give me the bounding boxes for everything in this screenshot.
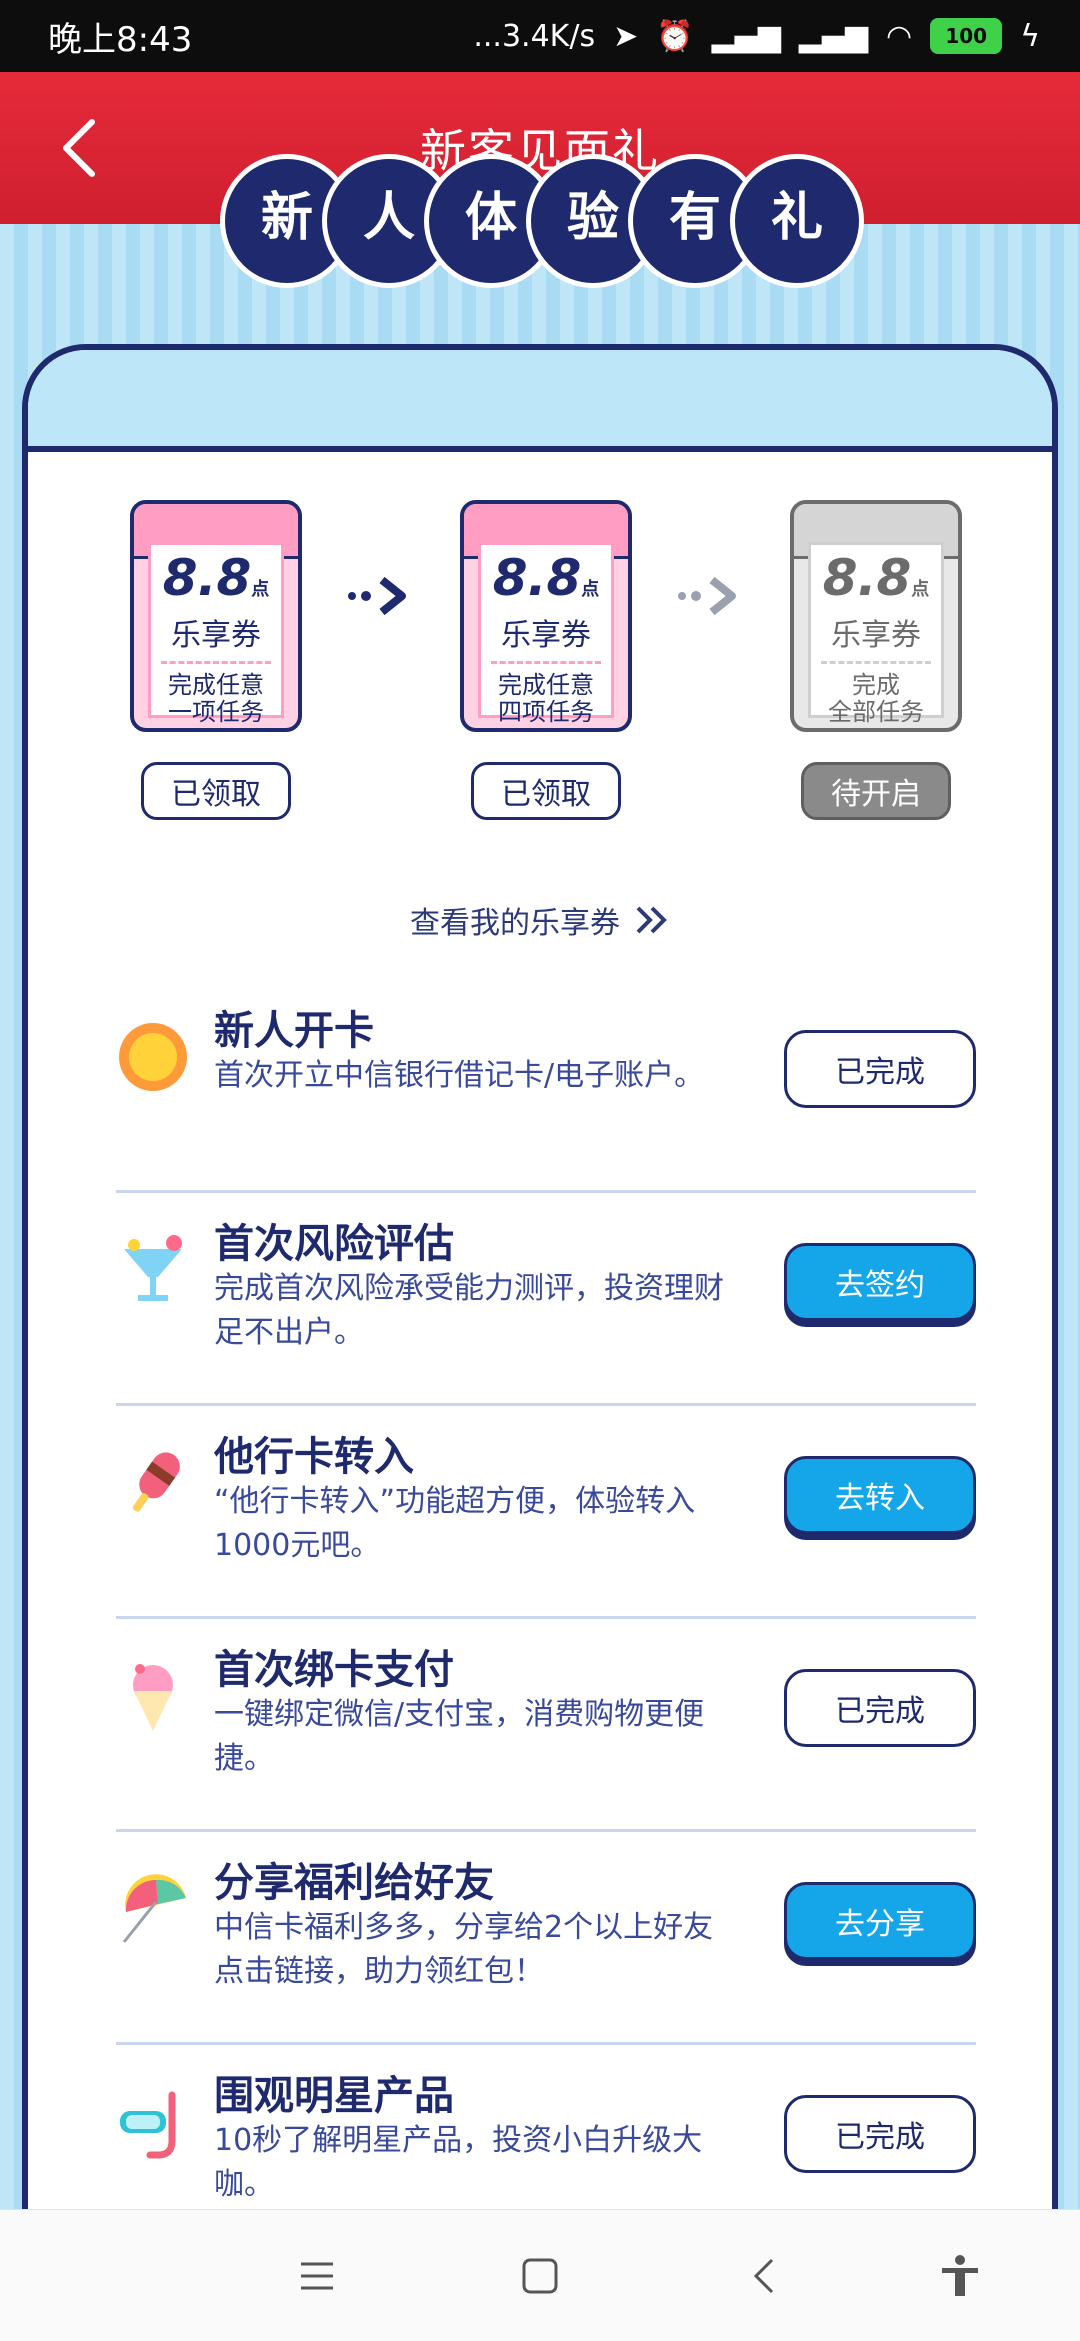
task-title: 分享福利给好友 <box>214 1860 494 1906</box>
task-desc: 中信卡福利多多，分享给2个以上好友点击链接，助力领红包！ <box>214 1910 714 1989</box>
task-row: 首次绑卡支付 一键绑定微信/支付宝，消费购物更便捷。 已完成 <box>116 1619 976 1832</box>
coupon-1: 8.8点 乐享券 完成任意 一项任务 <box>130 500 302 732</box>
chevron-left-icon <box>63 119 95 177</box>
coupon-unit: 点 <box>251 579 270 600</box>
coupon-amount: 8.8点 <box>481 549 611 619</box>
coupon-2-status[interactable]: 已领取 <box>471 762 621 820</box>
sign-button[interactable]: 去签约 <box>784 1243 976 1321</box>
coupon-unit: 点 <box>581 579 600 600</box>
snorkel-icon <box>120 2091 176 2159</box>
task-done-button[interactable]: 已完成 <box>784 1669 976 1747</box>
coupon-body: 8.8点 乐享券 完成任意 四项任务 <box>478 542 614 726</box>
task-done-button[interactable]: 已完成 <box>784 2095 976 2173</box>
coupon-name: 乐享券 <box>171 618 261 653</box>
task-desc: 一键绑定微信/支付宝，消费购物更便捷。 <box>214 1697 705 1776</box>
coupon-body: 8.8点 乐享券 完成任意 一项任务 <box>148 542 284 726</box>
share-button[interactable]: 去分享 <box>784 1882 976 1960</box>
sun-icon <box>119 1023 187 1091</box>
wifi-icon: ◠ <box>886 18 913 54</box>
task-list: 新人开卡 首次开立中信银行借记卡/电子账户。 已完成 首次风险评估 完成首次风险… <box>116 980 976 2238</box>
system-nav-bar <box>0 2209 1080 2341</box>
task-done-button[interactable]: 已完成 <box>784 1030 976 1108</box>
view-coupons-label: 查看我的乐享券 <box>410 906 620 941</box>
cocktail-icon <box>124 1235 182 1301</box>
task-card: 8.8点 乐享券 完成任意 一项任务 已领取 8.8点 乐享券 完成任意 四项任… <box>22 344 1058 2244</box>
status-time: 晚上8:43 <box>48 19 193 60</box>
arrow-right-icon <box>678 576 736 616</box>
coupon-3: 8.8点 乐享券 完成 全部任务 <box>790 500 962 732</box>
banner-title: 新 人 体 验 有 礼 <box>220 154 864 294</box>
network-speed: ...3.4K/s <box>473 18 596 54</box>
coupon-amount: 8.8点 <box>811 549 941 619</box>
coupon-amount-value: 8.8 <box>162 549 252 607</box>
task-row: 新人开卡 首次开立中信银行借记卡/电子账户。 已完成 <box>116 980 976 1193</box>
coupon-name: 乐享券 <box>501 618 591 653</box>
charging-icon: ϟ <box>1020 18 1040 54</box>
task-row: 首次风险评估 完成首次风险承受能力测评，投资理财足不出户。 去签约 <box>116 1193 976 1406</box>
coupon-divider <box>491 661 601 664</box>
coupon-divider <box>161 661 271 664</box>
coupon-condition: 完成 <box>852 671 900 699</box>
coupon-amount-value: 8.8 <box>492 549 582 607</box>
coupon-amount-value: 8.8 <box>822 549 912 607</box>
task-title: 首次风险评估 <box>214 1221 454 1267</box>
back-nav-icon[interactable] <box>744 2254 788 2298</box>
menu-icon[interactable] <box>295 2254 339 2298</box>
task-desc: 首次开立中信银行借记卡/电子账户。 <box>214 1058 705 1093</box>
coupon-name: 乐享券 <box>831 618 921 653</box>
task-desc: 10秒了解明星产品，投资小白升级大咖。 <box>214 2123 703 2202</box>
coupon-condition: 四项任务 <box>498 698 594 726</box>
alarm-icon: ⏰ <box>656 18 694 54</box>
status-icons: ...3.4K/s ➤ ⏰ ▂▄▆ ▂▄▆ ◠ 100 ϟ <box>473 18 1040 54</box>
coupon-condition: 完成任意 <box>168 671 264 699</box>
task-title: 围观明星产品 <box>214 2073 454 2119</box>
coupon-unit: 点 <box>911 579 930 600</box>
task-row: 分享福利给好友 中信卡福利多多，分享给2个以上好友点击链接，助力领红包！ 去分享 <box>116 1832 976 2045</box>
coupon-body: 8.8点 乐享券 完成 全部任务 <box>808 542 944 726</box>
coupon-amount: 8.8点 <box>151 549 281 619</box>
coupon-1-status[interactable]: 已领取 <box>141 762 291 820</box>
ice-cream-icon <box>133 1664 173 1731</box>
view-coupons-link[interactable]: 查看我的乐享券 <box>28 898 1052 942</box>
back-button[interactable] <box>48 116 108 180</box>
location-icon: ➤ <box>613 18 639 54</box>
arrow-right-icon <box>348 576 406 616</box>
task-title: 首次绑卡支付 <box>214 1647 454 1693</box>
double-chevron-right-icon <box>636 906 667 934</box>
home-icon[interactable] <box>518 2254 562 2298</box>
transfer-button[interactable]: 去转入 <box>784 1456 976 1534</box>
status-bar: 晚上8:43 ...3.4K/s ➤ ⏰ ▂▄▆ ▂▄▆ ◠ 100 ϟ <box>0 0 1080 72</box>
coupon-condition: 一项任务 <box>168 698 264 726</box>
coupon-condition: 完成任意 <box>498 671 594 699</box>
coupon-divider <box>821 661 931 664</box>
coupon-2: 8.8点 乐享券 完成任意 四项任务 <box>460 500 632 732</box>
coupon-condition: 全部任务 <box>828 698 924 726</box>
task-title: 新人开卡 <box>214 1008 374 1054</box>
accessibility-icon[interactable] <box>938 2254 982 2298</box>
coupon-3-status[interactable]: 待开启 <box>801 762 951 820</box>
signal-icon: ▂▄▆ <box>711 18 781 54</box>
banner-char: 礼 <box>730 154 864 288</box>
task-row: 他行卡转入 “他行卡转入”功能超方便，体验转入1000元吧。 去转入 <box>116 1406 976 1619</box>
coupon-progress: 8.8点 乐享券 完成任意 一项任务 已领取 8.8点 乐享券 完成任意 四项任… <box>28 500 1052 880</box>
card-top <box>28 350 1052 452</box>
signal-icon-2: ▂▄▆ <box>798 18 869 54</box>
task-desc: 完成首次风险承受能力测评，投资理财足不出户。 <box>214 1271 724 1350</box>
popsicle-icon <box>132 1452 180 1512</box>
battery-icon: 100 <box>930 18 1003 54</box>
task-title: 他行卡转入 <box>214 1434 414 1480</box>
umbrella-icon <box>122 1874 186 1943</box>
task-desc: “他行卡转入”功能超方便，体验转入1000元吧。 <box>214 1484 696 1563</box>
